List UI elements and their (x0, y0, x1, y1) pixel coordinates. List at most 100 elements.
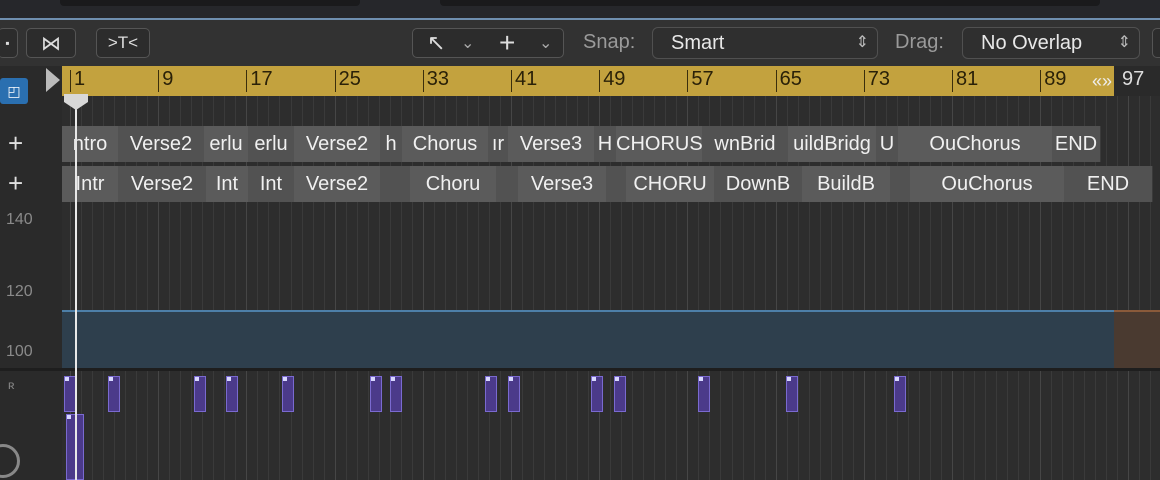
midi-note-block[interactable] (894, 376, 906, 412)
drag-select[interactable]: No Overlap ⇕ (962, 27, 1140, 59)
track-header-column: ◰ + + 140 120 100 ʀ (0, 66, 63, 480)
updown-icon: ⇕ (855, 34, 869, 51)
drag-label: Drag: (895, 31, 944, 53)
marker-region[interactable]: H (594, 126, 617, 162)
marker-region[interactable]: Verse3 (508, 126, 595, 162)
ruler-bar-73: 73 (867, 68, 891, 90)
ruler-tick (775, 70, 777, 92)
track-separator (0, 368, 1160, 371)
bar-ruler[interactable]: 1 9 17 25 33 41 49 57 65 73 81 89 (62, 66, 1114, 96)
arrangement-region[interactable] (606, 166, 627, 202)
ruler-tick (511, 70, 512, 92)
arrangement-region[interactable] (380, 166, 411, 202)
arrangement-region[interactable] (890, 166, 911, 202)
marker-region[interactable]: Verse2 (294, 126, 381, 162)
cycle-end-icon[interactable]: «» (1092, 66, 1112, 96)
ruler-bar-9: 9 (162, 68, 174, 90)
ruler-bar-65: 65 (779, 68, 802, 90)
toolbar-edge-button-right[interactable] (1152, 28, 1160, 58)
top-strip-segment (440, 0, 1100, 6)
arrangement-region[interactable]: Verse3 (518, 166, 607, 202)
arrangement-region[interactable]: OuChorus (910, 166, 1065, 202)
menu-icon: ▪ (5, 36, 10, 50)
tracks-toolbar: ▪ ⋈ >T< ↖ ⌄ + ⌄ Snap: Smart ⇕ Drag: No O… (0, 20, 1160, 66)
midi-note-block[interactable] (614, 376, 626, 412)
arrangement-region[interactable]: BuildB (802, 166, 891, 202)
knob-icon[interactable] (0, 444, 20, 478)
midi-note-block[interactable] (370, 376, 382, 412)
marker-region[interactable]: U (876, 126, 899, 162)
marker-region[interactable]: h (380, 126, 403, 162)
marker-region[interactable]: END (1052, 126, 1101, 162)
tempo-label-100: 100 (6, 343, 33, 360)
tempo-curve-tail (1114, 310, 1160, 370)
drag-value: No Overlap (981, 32, 1083, 54)
marker-region[interactable]: ntro (62, 126, 119, 162)
ruler-tick (687, 70, 689, 92)
snap-select[interactable]: Smart ⇕ (652, 27, 878, 59)
ruler-bar-41: 41 (515, 68, 538, 90)
midi-note-block[interactable] (194, 376, 206, 412)
add-marker-button[interactable]: + (8, 128, 23, 159)
chevron-down-icon: ⌄ (461, 35, 475, 52)
midi-note-block[interactable] (508, 376, 520, 412)
arrangement-region[interactable]: Choru (410, 166, 497, 202)
marker-region[interactable]: uildBridg (788, 126, 877, 162)
pointer-tool-icon: ↖ (427, 30, 446, 55)
midi-note-block[interactable] (390, 376, 402, 412)
marker-region[interactable]: CHORUS (616, 126, 703, 162)
arrangement-region[interactable]: DownB (714, 166, 803, 202)
ruler-bar-97: 97 (1122, 68, 1145, 90)
tempo-curve-area[interactable] (62, 310, 1114, 370)
ruler-bar-1: 1 (74, 68, 86, 90)
midi-note-block[interactable] (591, 376, 603, 412)
ruler-tick (246, 70, 248, 92)
ruler-tick (952, 70, 953, 92)
ruler-tick (1040, 70, 1042, 92)
marker-region[interactable]: Verse2 (118, 126, 205, 162)
marker-region[interactable]: wnBrid (702, 126, 789, 162)
marker-region[interactable]: Chorus (402, 126, 489, 162)
updown-icon: ⇕ (1117, 34, 1131, 51)
ruler-bar-33: 33 (426, 68, 450, 90)
ruler-bar-49: 49 (603, 68, 626, 90)
playhead[interactable] (75, 96, 77, 480)
midi-note-block[interactable] (226, 376, 238, 412)
marker-region[interactable]: erlu (248, 126, 295, 162)
ruler-tick (334, 70, 336, 92)
chevron-down-icon: ⌄ (539, 35, 553, 52)
track-icon: ʀ (8, 378, 15, 392)
marker-region[interactable]: ır (488, 126, 509, 162)
ruler-left-arrow-icon (46, 68, 60, 92)
midi-note-block[interactable] (282, 376, 294, 412)
ruler-bar-89: 89 (1044, 68, 1067, 90)
arrangement-region[interactable]: Verse2 (294, 166, 381, 202)
arrangement-region[interactable]: Int (248, 166, 295, 202)
ruler-bar-57: 57 (691, 68, 714, 90)
marker-region[interactable]: erlu (204, 126, 249, 162)
arrangement-region[interactable] (496, 166, 519, 202)
add-arrangement-button[interactable]: + (8, 168, 23, 199)
tool-selector[interactable]: ↖ ⌄ + ⌄ (412, 27, 564, 58)
catch-playhead-button[interactable]: ⋈ (26, 28, 76, 58)
ruler-bar-17: 17 (250, 68, 273, 90)
crosshair-tool-icon: + (499, 27, 516, 58)
midi-note-block[interactable] (485, 376, 497, 412)
midi-note-block[interactable] (108, 376, 120, 412)
global-tracks-icon[interactable]: ◰ (0, 78, 28, 104)
arrangement-track-row: Intr Verse2 Int Int Verse2 Choru Verse3 CHORU Do… (62, 164, 1160, 204)
ruler-tick (158, 70, 160, 92)
arrangement-region[interactable]: Intr (62, 166, 119, 202)
arrangement-region[interactable]: END (1064, 166, 1153, 202)
arrangement-region[interactable]: CHORU (626, 166, 715, 202)
marker-region[interactable]: OuChorus (898, 126, 1053, 162)
midi-note-block[interactable] (698, 376, 710, 412)
arrangement-region[interactable]: Int (206, 166, 249, 202)
collapse-button[interactable]: >T< (96, 28, 150, 58)
arrangement-region[interactable]: Verse2 (118, 166, 207, 202)
ruler-bar-81: 81 (956, 68, 979, 90)
window-top-strip (0, 0, 1160, 20)
midi-note-block[interactable] (786, 376, 798, 412)
toolbar-edge-button[interactable]: ▪ (0, 28, 18, 58)
marker-track-row: ntro Verse2 erlu erlu Verse2 h Chorus ır Verse3 H… (62, 124, 1160, 164)
